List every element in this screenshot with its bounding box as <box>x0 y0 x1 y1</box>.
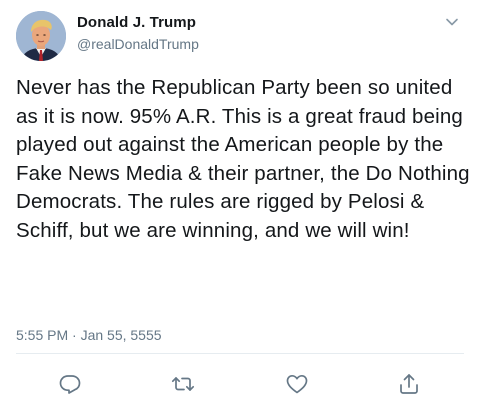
tweet-timestamp[interactable]: 5:55 PM · Jan 55, 5555 <box>16 327 162 343</box>
share-icon <box>400 374 418 394</box>
like-button[interactable] <box>285 372 309 396</box>
retweet-button[interactable] <box>171 372 195 396</box>
divider <box>16 353 464 354</box>
share-button[interactable] <box>397 372 421 396</box>
more-options-caret[interactable] <box>444 14 460 30</box>
profile-photo-icon <box>16 11 66 61</box>
avatar[interactable] <box>16 11 66 61</box>
chevron-down-icon <box>446 18 458 26</box>
display-name[interactable]: Donald J. Trump <box>77 14 196 31</box>
retweet-icon <box>171 377 195 391</box>
reply-icon <box>59 375 81 394</box>
action-bar <box>0 372 480 398</box>
user-handle[interactable]: @realDonaldTrump <box>77 36 199 52</box>
tweet-text: Never has the Republican Party been so u… <box>16 76 470 242</box>
tweet-card: Donald J. Trump @realDonaldTrump Never h… <box>0 0 480 410</box>
heart-icon <box>286 374 308 394</box>
reply-button[interactable] <box>58 372 82 396</box>
